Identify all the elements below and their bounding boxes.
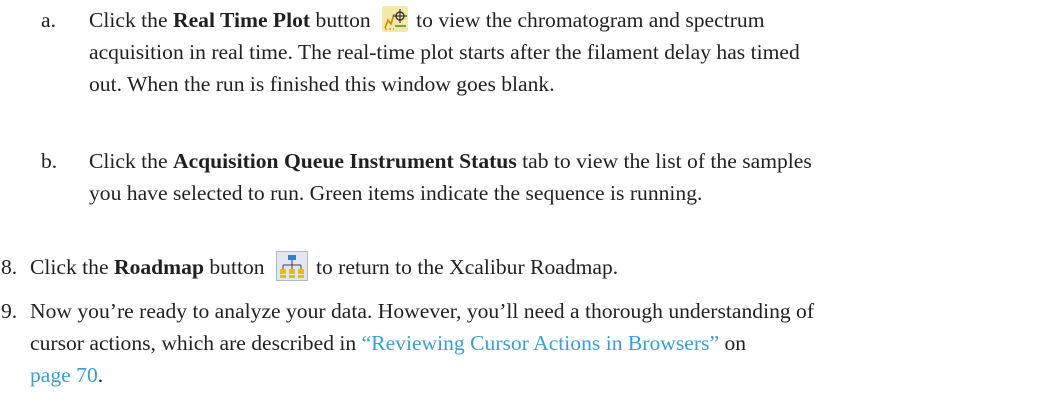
step-b: b. Click the Acquisition Queue Instrumen… <box>0 145 1049 215</box>
step-a-line2: acquisition in real time. The real-time … <box>89 40 800 64</box>
step-b-text: Click the Acquisition Queue Instrument S… <box>89 145 812 209</box>
step-a-marker: a. <box>41 8 56 32</box>
step-8-marker: 8. <box>1 255 18 279</box>
reviewing-cursor-actions-link[interactable]: “Reviewing Cursor Actions in Browsers” <box>362 331 719 355</box>
roadmap-icon[interactable] <box>275 251 308 282</box>
step-8-pre: Click the <box>30 255 114 279</box>
step-b-marker: b. <box>41 149 58 173</box>
page-70-link[interactable]: page 70 <box>30 363 98 387</box>
step-a-pre: Click the <box>89 8 173 32</box>
acquisition-queue-tab-label: Acquisition Queue Instrument Status <box>172 149 517 173</box>
step-9-line3-post: . <box>97 363 104 387</box>
real-time-plot-icon[interactable] <box>382 6 409 33</box>
step-9-marker: 9. <box>1 299 18 323</box>
step-8-text: Click the Roadmap button to return to th… <box>30 251 618 284</box>
real-time-plot-label: Real Time Plot <box>172 8 311 32</box>
step-a-text: Click the Real Time Plot button to view … <box>89 4 800 100</box>
step-9-line2-post: on <box>719 331 747 355</box>
step-9-text: Now you’re ready to analyze your data. H… <box>30 295 814 391</box>
step-b-post: tab to view the list of the samples <box>516 149 812 173</box>
step-a-post2: to view the chromatogram and spectrum <box>416 8 765 32</box>
roadmap-label: Roadmap <box>113 255 204 279</box>
step-a-post1: button <box>310 8 371 32</box>
step-a-line3: out. When the run is finished this windo… <box>89 72 555 96</box>
step-9: 9. Now you’re ready to analyze your data… <box>0 295 1049 393</box>
step-8-post2: to return to the Xcalibur Roadmap. <box>315 255 619 279</box>
step-9-line2-pre: cursor actions, which are described in <box>30 331 362 355</box>
step-8-post1: button <box>203 255 265 279</box>
step-b-line2: you have selected to run. Green items in… <box>89 181 703 205</box>
step-a: a. Click the Real Time Plot button to vi… <box>0 4 1049 104</box>
step-9-line1: Now you’re ready to analyze your data. H… <box>30 299 815 323</box>
step-8: 8. Click the Roadmap button to return to… <box>0 251 1049 291</box>
step-b-pre: Click the <box>89 149 173 173</box>
